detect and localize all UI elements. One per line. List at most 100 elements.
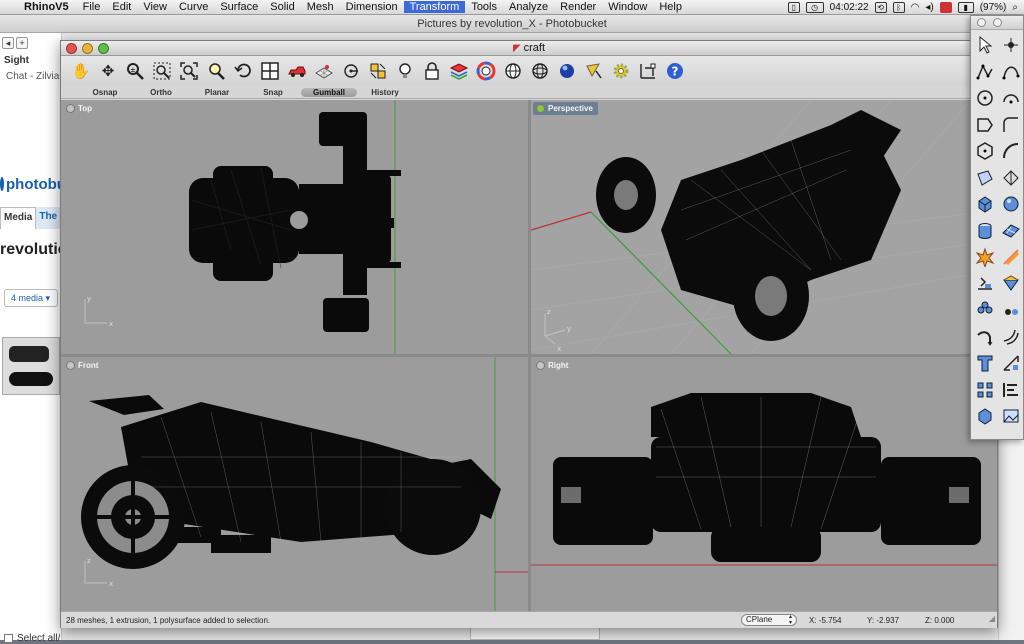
dimension-tool-icon[interactable] <box>998 350 1024 377</box>
viewport-right-title[interactable]: Right <box>533 359 573 372</box>
viewport-perspective[interactable]: Perspective z y x <box>531 100 997 354</box>
curve-tool-icon[interactable] <box>998 138 1024 165</box>
box-solid-icon[interactable] <box>972 191 998 218</box>
zoom-button[interactable] <box>98 43 109 54</box>
rotate-view-icon[interactable]: ✥ <box>96 59 120 83</box>
dimension-icon[interactable] <box>636 59 660 83</box>
lock-icon[interactable] <box>420 59 444 83</box>
gumball-icon[interactable] <box>998 297 1024 324</box>
tab-media[interactable]: Media <box>0 207 37 229</box>
volume-icon[interactable]: ◂) <box>925 2 933 13</box>
transform-move-icon[interactable] <box>972 297 998 324</box>
option-history[interactable]: History <box>357 88 413 97</box>
sphere-solid-icon[interactable] <box>998 191 1024 218</box>
menu-dimension[interactable]: Dimension <box>340 1 404 13</box>
menu-analyze[interactable]: Analyze <box>503 1 554 13</box>
palette-title-bar[interactable] <box>971 16 1023 30</box>
align-icon[interactable] <box>998 377 1024 404</box>
boolean-union-icon[interactable] <box>972 271 998 298</box>
fillet-edge-icon[interactable] <box>972 324 998 351</box>
menu-window[interactable]: Window <box>602 1 653 13</box>
zoom-selected-icon[interactable] <box>204 59 228 83</box>
viewport-front[interactable]: Front z x <box>61 357 528 611</box>
menu-surface[interactable]: Surface <box>214 1 264 13</box>
surface-tool-icon[interactable] <box>998 165 1024 192</box>
menu-curve[interactable]: Curve <box>173 1 214 13</box>
viewport-menu-icon[interactable] <box>66 361 75 370</box>
light-bulb-icon[interactable] <box>393 59 417 83</box>
close-button[interactable] <box>66 43 77 54</box>
menu-mesh[interactable]: Mesh <box>301 1 340 13</box>
viewport-top-title[interactable]: Top <box>63 102 97 115</box>
palette-minimize-button[interactable] <box>993 18 1002 27</box>
viewport-menu-icon[interactable] <box>536 361 545 370</box>
text-icon[interactable] <box>972 350 998 377</box>
media-count-dropdown[interactable]: 4 media ▾ <box>4 289 58 307</box>
menu-file[interactable]: File <box>77 1 107 13</box>
menu-solid[interactable]: Solid <box>264 1 300 13</box>
time-machine-icon[interactable]: ⟲ <box>874 1 887 13</box>
menu-help[interactable]: Help <box>653 1 688 13</box>
dropbox-status-icon[interactable]: ▯ <box>787 1 800 13</box>
tab-other[interactable]: The <box>36 207 61 229</box>
menu-view[interactable]: View <box>137 1 173 13</box>
add-tab-icon[interactable]: + <box>16 37 28 49</box>
viewport-top[interactable]: Top y x <box>61 100 528 354</box>
battery-icon[interactable]: ▮ <box>957 1 974 13</box>
render-grid-icon[interactable] <box>312 59 336 83</box>
cplane-icon[interactable] <box>339 59 363 83</box>
tab-chat[interactable]: Chat - Zilvia <box>6 71 62 82</box>
resize-grip-icon[interactable]: ◢ <box>983 614 995 626</box>
car-model-icon[interactable] <box>285 59 309 83</box>
flag-input-icon[interactable] <box>939 1 952 13</box>
zoom-icon[interactable]: ± <box>123 59 147 83</box>
cylinder-solid-icon[interactable] <box>972 218 998 245</box>
menu-app-name[interactable]: RhinoV5 <box>22 1 77 13</box>
grid-sphere-icon[interactable] <box>528 59 552 83</box>
menu-clock[interactable]: 04:02:22 <box>830 2 869 13</box>
option-snap[interactable]: Snap <box>245 88 301 97</box>
menu-edit[interactable]: Edit <box>106 1 137 13</box>
surface-corners-icon[interactable] <box>972 165 998 192</box>
polygon-icon[interactable] <box>972 138 998 165</box>
zoom-extents-icon[interactable] <box>177 59 201 83</box>
select-arrow-icon[interactable] <box>972 32 998 59</box>
sphere-wire-icon[interactable] <box>501 59 525 83</box>
mesh-plane-icon[interactable] <box>998 218 1024 245</box>
select-all-checkbox[interactable] <box>4 634 13 643</box>
four-viewports-icon[interactable] <box>258 59 282 83</box>
select-all[interactable]: Select all/ <box>4 633 60 644</box>
pan-hand-icon[interactable]: ✋ <box>69 59 93 83</box>
bluetooth-icon[interactable]: ᛒ <box>892 1 905 13</box>
rhino-title-bar[interactable]: ◤ craft <box>61 41 997 56</box>
gear-settings-icon[interactable] <box>609 59 633 83</box>
viewport-perspective-title[interactable]: Perspective <box>533 102 598 115</box>
minimize-button[interactable] <box>82 43 93 54</box>
menu-transform[interactable]: Transform <box>403 1 466 13</box>
viewport-active-icon[interactable] <box>536 104 545 113</box>
zoom-window-icon[interactable] <box>150 59 174 83</box>
palette-close-button[interactable] <box>977 18 986 27</box>
undo-view-icon[interactable] <box>231 59 255 83</box>
arc-icon[interactable] <box>998 85 1024 112</box>
osnap-icon[interactable] <box>366 59 390 83</box>
fillet-curve-icon[interactable] <box>998 112 1024 139</box>
array-icon[interactable] <box>972 377 998 404</box>
layers-icon[interactable] <box>447 59 471 83</box>
circle-icon[interactable] <box>972 85 998 112</box>
wifi-icon[interactable]: ◠ <box>911 2 920 13</box>
color-wheel-icon[interactable] <box>474 59 498 83</box>
help-icon[interactable]: ? <box>663 59 687 83</box>
offset-icon[interactable] <box>998 324 1024 351</box>
analyze-icon[interactable] <box>972 403 998 430</box>
render-ball-icon[interactable] <box>555 59 579 83</box>
photobucket-logo[interactable]: photobuc <box>0 173 62 195</box>
back-icon[interactable]: ◂ <box>2 37 14 49</box>
bookmark-sight[interactable]: Sight <box>4 55 29 66</box>
cplane-select[interactable]: CPlane <box>741 614 797 626</box>
rectangle-icon[interactable] <box>972 112 998 139</box>
viewport-right[interactable]: Right <box>531 357 997 611</box>
polyline-icon[interactable] <box>972 59 998 86</box>
option-gumball[interactable]: Gumball <box>301 87 357 97</box>
render-preview-icon[interactable] <box>998 403 1024 430</box>
